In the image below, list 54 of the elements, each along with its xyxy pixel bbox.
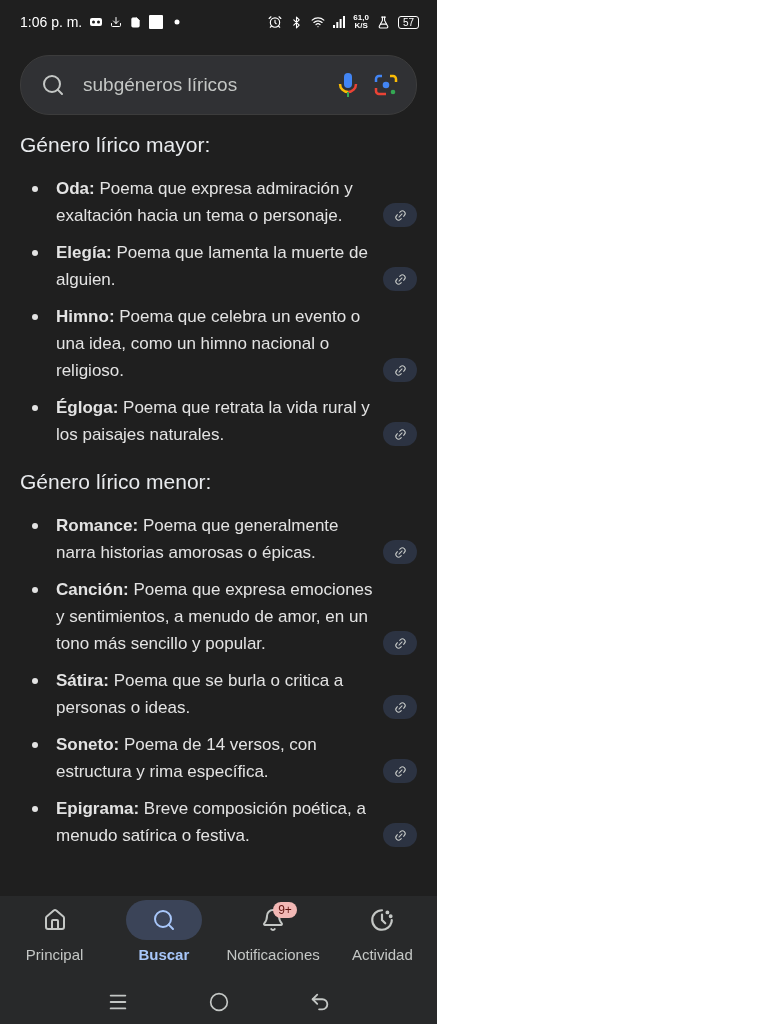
- search-field[interactable]: subgéneros líricos: [81, 73, 322, 97]
- bullet-icon: [32, 587, 38, 593]
- definition-text: Sátira: Poema que se burla o critica a personas o ideas.: [56, 670, 345, 719]
- voicemail-icon: [90, 18, 103, 26]
- definition-text: Romance: Poema que generalmente narra historias amorosas o épicas.: [56, 515, 340, 564]
- source-link-button[interactable]: [383, 422, 417, 446]
- file-icon: [130, 16, 142, 28]
- net-unit: K/S: [354, 22, 368, 30]
- definition-text: Himno: Poema que celebra un evento o una idea, como un himno nacional o religioso.: [56, 306, 362, 382]
- bullet-icon: [32, 678, 38, 684]
- bullet-icon: [32, 742, 38, 748]
- download-icon: [110, 16, 123, 28]
- nav-tab[interactable]: Principal: [0, 900, 110, 980]
- bullet-icon: [32, 523, 38, 529]
- source-link-button[interactable]: [383, 759, 417, 783]
- nav-tab[interactable]: Actividad: [327, 900, 437, 980]
- microphone-icon[interactable]: [338, 72, 358, 98]
- definition-text: Oda: Poema que expresa admiración y exaltación hacia un tema o personaje.: [56, 178, 354, 227]
- nav-tab[interactable]: 9+ Notificaciones: [218, 900, 328, 980]
- definition-text: Canción: Poema que expresa emociones y sentimientos, a menudo de amor, en un tono más sencillo y popular.: [56, 579, 374, 655]
- source-link-button[interactable]: [383, 203, 417, 227]
- bullet-icon: [32, 186, 38, 192]
- home-button-icon[interactable]: [208, 992, 229, 1012]
- source-link-button[interactable]: [383, 823, 417, 847]
- flask-icon: [376, 15, 390, 29]
- bullet-icon: [32, 314, 38, 320]
- status-time: 1:06 p. m.: [20, 14, 83, 30]
- definition-text: Égloga: Poema que retrata la vida rural y los paisajes naturales.: [56, 397, 371, 446]
- definition-text: Elegía: Poema que lamenta la muerte de alguien.: [56, 242, 369, 291]
- activity-icon: [369, 907, 396, 933]
- home-icon: [42, 908, 67, 932]
- bullet-icon: [32, 405, 38, 411]
- alarm-icon: [268, 15, 283, 29]
- battery-level: 57: [397, 15, 419, 29]
- nav-tab[interactable]: Buscar: [109, 900, 219, 980]
- bullet-icon: [32, 806, 38, 812]
- net-speed: 61,0: [353, 14, 369, 22]
- section-heading: Género lírico menor:: [20, 470, 213, 494]
- source-link-button[interactable]: [383, 358, 417, 382]
- wifi-icon: [311, 15, 326, 29]
- square-icon: [149, 15, 164, 29]
- source-link-button[interactable]: [383, 540, 417, 564]
- source-link-button[interactable]: [383, 695, 417, 719]
- definition-text: Epigrama: Breve composición poética, a menudo satírica o festiva.: [56, 798, 367, 847]
- source-link-button[interactable]: [383, 267, 417, 291]
- section-heading: Género lírico mayor:: [20, 133, 212, 157]
- search-icon: [41, 73, 65, 97]
- source-link-button[interactable]: [383, 631, 417, 655]
- notification-badge: 9+: [273, 902, 297, 918]
- signal-icon: [333, 16, 346, 28]
- search-icon: [151, 908, 176, 932]
- camera-lens-icon[interactable]: [374, 73, 398, 97]
- bullet-icon: [32, 250, 38, 256]
- definition-text: Soneto: Poema de 14 versos, con estructura y rima específica.: [56, 734, 318, 783]
